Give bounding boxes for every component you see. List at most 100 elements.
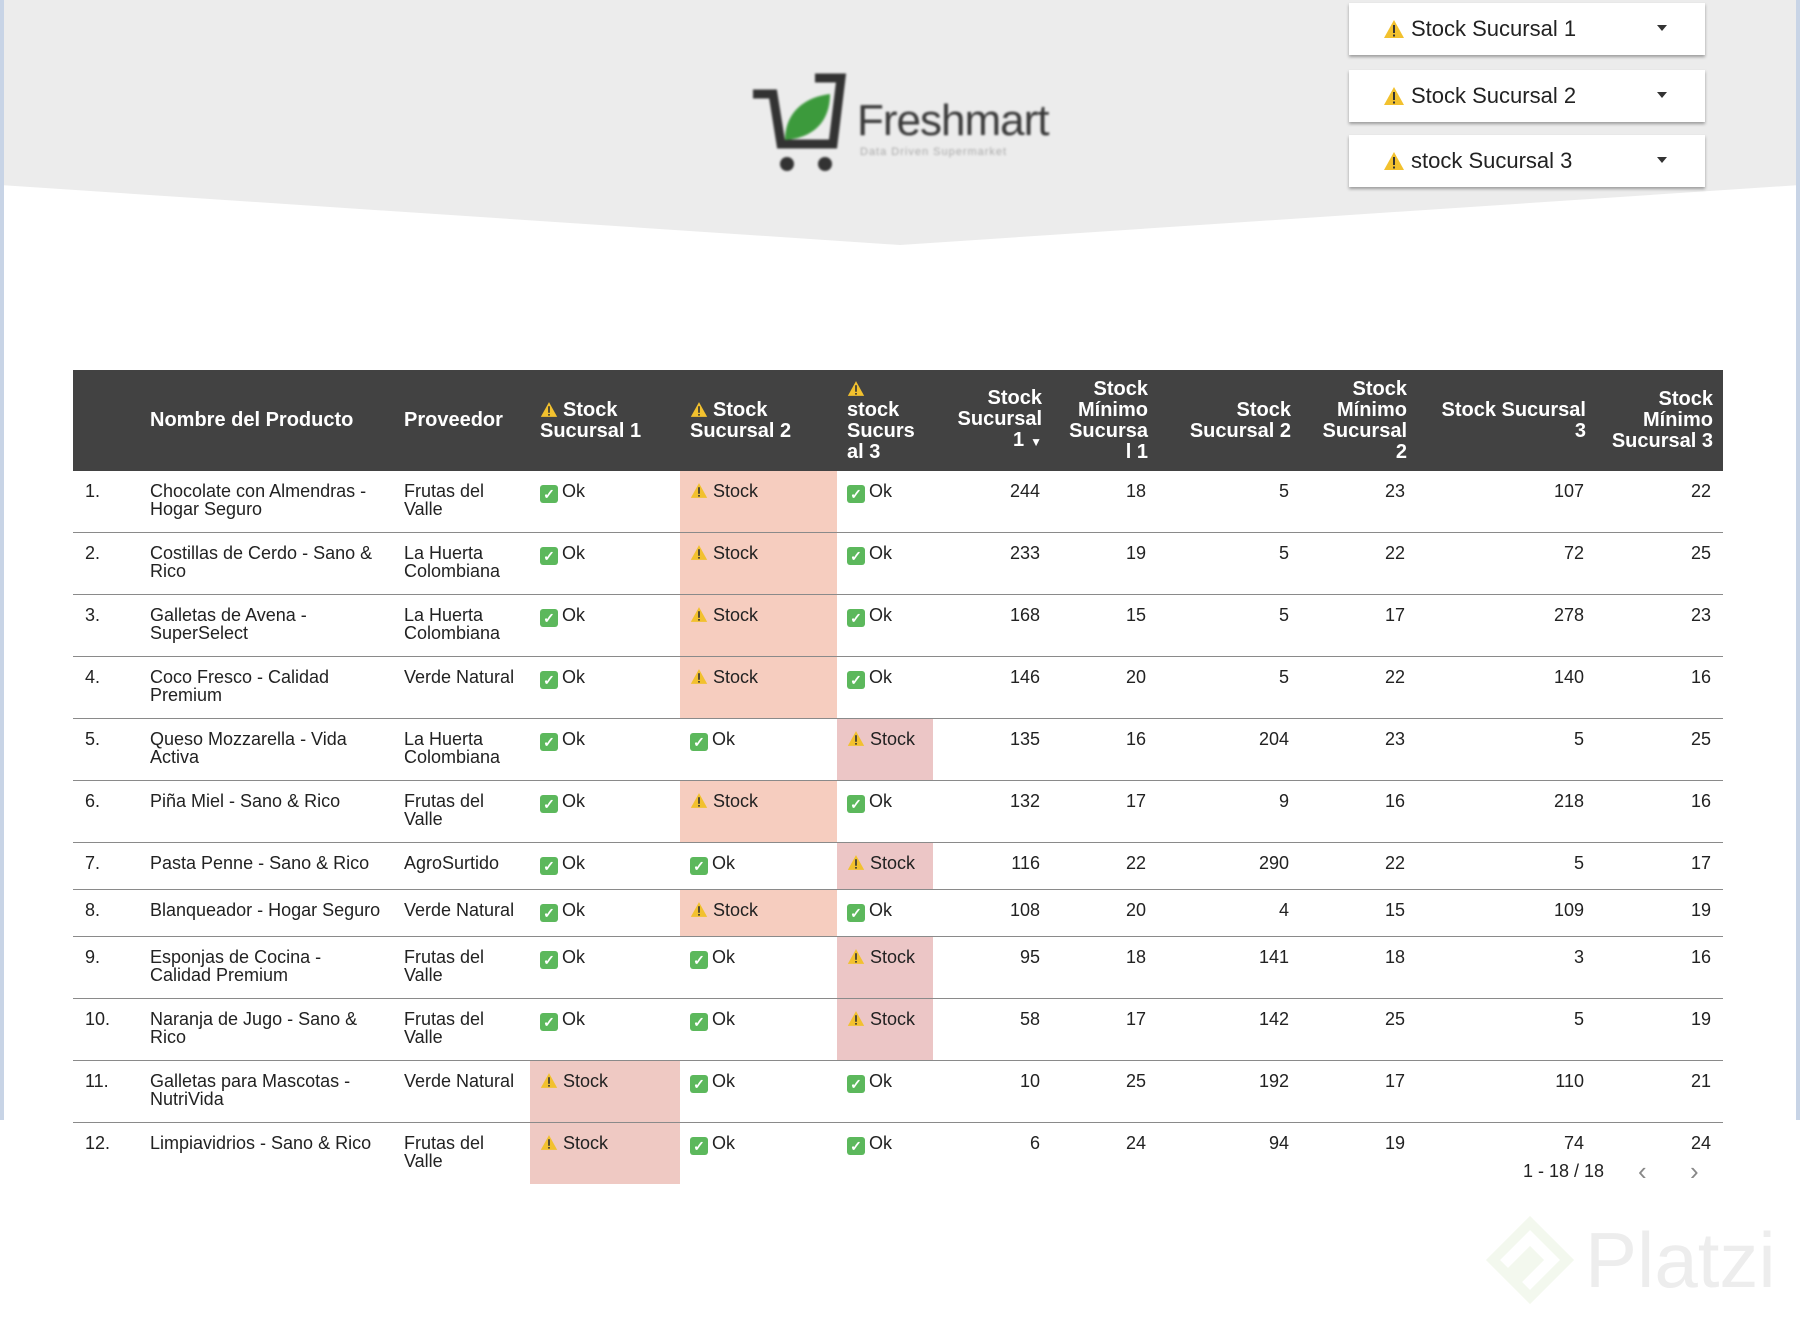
supplier: Frutas del Valle [394, 936, 530, 999]
status-s3-text: Ok [869, 791, 893, 811]
status-s2-text: Stock [713, 667, 759, 687]
min-s3: 25 [1596, 718, 1723, 781]
table-row[interactable]: 6. Piña Miel - Sano & Rico Frutas del Vall… [73, 780, 1723, 843]
status-s2: Stock [680, 656, 837, 719]
table-row[interactable]: 11. Galletas para Mascotas - NutriVida Ver… [73, 1060, 1723, 1123]
dropdown-caret-icon [1657, 92, 1667, 98]
stock-s2: 4 [1158, 889, 1301, 937]
table-row[interactable]: 4. Coco Fresco - Calidad Premium Verde Nat… [73, 656, 1723, 719]
status-s3: ✓ Ok [837, 889, 933, 937]
stock-s2-text: 4 [1278, 900, 1289, 920]
header-col-min-s3[interactable]: Stock Mínimo Sucursal 3 [1596, 370, 1723, 471]
stock-s2-text: 192 [1258, 1071, 1289, 1091]
header-col-status-s3[interactable]: stock Sucurs al 3 [837, 370, 933, 471]
status-s3-text: Ok [869, 900, 893, 920]
warning-icon [847, 949, 865, 964]
warning-icon [540, 1073, 558, 1088]
table-row[interactable]: 12. Limpiavidrios - Sano & Rico Frutas del… [73, 1122, 1723, 1185]
filter-label: Stock Sucursal 2 [1411, 83, 1577, 108]
status-s2: Stock [680, 889, 837, 937]
header-col-status-s1[interactable]: Stock Sucursal 1 [530, 370, 680, 471]
warning-icon [690, 793, 708, 808]
stock-s3: 278 [1417, 594, 1596, 657]
header-col-stock-s1[interactable]: Stock Sucursal 1 ▼ [933, 370, 1052, 471]
supplier-text: Frutas del Valle [404, 481, 485, 519]
header-col-product-name[interactable]: Nombre del Producto [140, 370, 394, 471]
stock-s2-text: 9 [1278, 791, 1289, 811]
min-s3: 23 [1596, 594, 1723, 657]
header-col-stock-s3[interactable]: Stock Sucursal 3 [1417, 370, 1596, 471]
status-s2: ✓ Ok [680, 1123, 837, 1185]
check-icon: ✓ [540, 733, 558, 751]
row-index-text: 6. [85, 791, 101, 811]
stock-s2: 204 [1158, 718, 1301, 781]
min-s1: 18 [1052, 471, 1158, 533]
prev-page-button[interactable]: ‹ [1638, 1158, 1647, 1184]
product-name: Galletas para Mascotas - NutriVida [140, 1060, 394, 1123]
table-row[interactable]: 1. Chocolate con Almendras - Hogar Seguro… [73, 471, 1723, 533]
stock-s3: 5 [1417, 998, 1596, 1061]
row-index-text: 2. [85, 543, 101, 563]
min-s3: 25 [1596, 532, 1723, 595]
status-s2: Stock [680, 471, 837, 533]
cart-leaf-icon [753, 73, 847, 171]
min-s3-text: 19 [1690, 900, 1711, 920]
platzi-logo-icon [1485, 1215, 1575, 1305]
stock-s1: 108 [933, 889, 1052, 937]
row-index: 4. [73, 656, 140, 719]
supplier-text: AgroSurtido [404, 853, 500, 873]
min-s1-text: 22 [1125, 853, 1146, 873]
stock-s2: 9 [1158, 780, 1301, 843]
header-col-status-s2[interactable]: Stock Sucursal 2 [680, 370, 837, 471]
freshmart-logo: Freshmart Data Driven Supermarket [745, 72, 1049, 177]
stock-s3: 5 [1417, 842, 1596, 890]
stock-s3: 110 [1417, 1060, 1596, 1123]
status-s1: Stock [530, 1122, 680, 1184]
check-icon: ✓ [847, 1137, 865, 1155]
table-row[interactable]: 2. Costillas de Cerdo - Sano & Rico La Hue… [73, 532, 1723, 595]
brand-name: Freshmart [857, 96, 1049, 145]
filter-stock-sucursal-2[interactable]: Stock Sucursal 2 [1349, 70, 1705, 122]
header-label: Stock Sucursal 2 [1189, 398, 1291, 442]
stock-s2-text: 142 [1258, 1009, 1289, 1029]
status-s3: ✓ Ok [837, 1123, 933, 1185]
status-s1-text: Stock [563, 1133, 609, 1153]
header-col-min-s1[interactable]: Stock Mínimo Sucursa l 1 [1052, 370, 1158, 471]
stock-s2: 290 [1158, 842, 1301, 890]
row-index: 5. [73, 718, 140, 781]
header-col-supplier[interactable]: Proveedor [394, 370, 530, 471]
sort-desc-icon[interactable]: ▼ [1030, 435, 1042, 449]
min-s2: 23 [1301, 471, 1417, 533]
filter-stock-sucursal-3[interactable]: stock Sucursal 3 [1349, 135, 1705, 187]
table-row[interactable]: 7. Pasta Penne - Sano & Rico AgroSurtido ✓ O… [73, 842, 1723, 890]
min-s1-text: 16 [1125, 729, 1146, 749]
min-s1-text: 18 [1125, 947, 1146, 967]
warning-icon [690, 483, 708, 498]
supplier: Frutas del Valle [394, 1123, 530, 1185]
row-index: 7. [73, 842, 140, 890]
header-col-stock-s2[interactable]: Stock Sucursal 2 [1158, 370, 1301, 471]
table-row[interactable]: 5. Queso Mozzarella - Vida Activa La Huert… [73, 718, 1723, 781]
filter-stock-sucursal-1[interactable]: Stock Sucursal 1 [1349, 3, 1705, 55]
min-s2-text: 15 [1384, 900, 1405, 920]
table-row[interactable]: 9. Esponjas de Cocina - Calidad Premium Fr… [73, 936, 1723, 999]
header-col-min-s2[interactable]: Stock Mínimo Sucursal 2 [1301, 370, 1417, 471]
table-row[interactable]: 10. Naranja de Jugo - Sano & Rico Frutas d… [73, 998, 1723, 1061]
min-s1-text: 17 [1125, 791, 1146, 811]
status-s2: ✓ Ok [680, 998, 837, 1061]
table-row[interactable]: 3. Galletas de Avena - SuperSelect La Huer… [73, 594, 1723, 657]
row-index: 12. [73, 1123, 140, 1185]
stock-s2-text: 94 [1268, 1133, 1289, 1153]
min-s2: 23 [1301, 718, 1417, 781]
header-label: Stock Mínimo Sucursal 2 [1322, 377, 1407, 463]
header-label: Proveedor [404, 409, 503, 431]
header-col-index[interactable] [73, 370, 140, 471]
next-page-button[interactable]: › [1690, 1158, 1699, 1184]
status-s2-text: Ok [712, 1071, 736, 1091]
stock-s3: 218 [1417, 780, 1596, 843]
status-s1: ✓ Ok [530, 471, 680, 533]
table-row[interactable]: 8. Blanqueador - Hogar Seguro Verde Natura… [73, 889, 1723, 937]
status-s1: ✓ Ok [530, 594, 680, 657]
status-s1: ✓ Ok [530, 842, 680, 890]
check-icon: ✓ [690, 857, 708, 875]
